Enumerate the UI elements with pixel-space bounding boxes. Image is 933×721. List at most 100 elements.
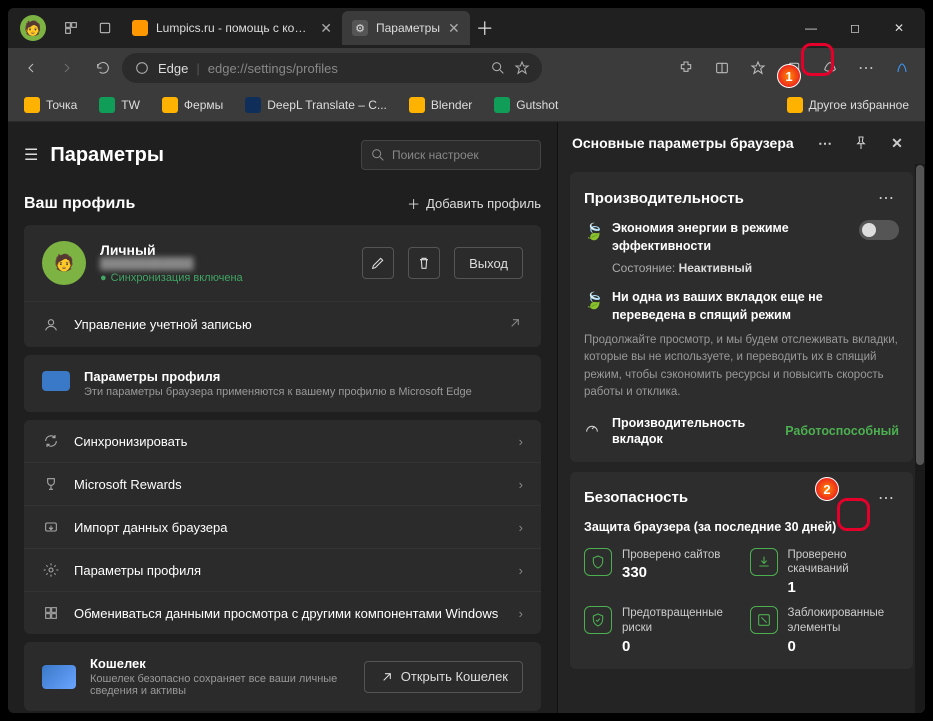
profile-params-row[interactable]: Параметры профиля › <box>24 549 541 592</box>
scrollbar[interactable] <box>915 164 925 713</box>
security-subtitle: Защита браузера (за последние 30 дней) <box>584 520 899 534</box>
chevron-right-icon: › <box>519 563 523 578</box>
import-row[interactable]: Импорт данных браузера › <box>24 506 541 549</box>
manage-account-row[interactable]: Управление учетной записью <box>24 301 541 347</box>
stat-sites: Проверено сайтов330 <box>584 548 734 597</box>
stat-downloads: Проверено скачиваний1 <box>750 548 900 597</box>
security-more-icon[interactable]: ⋯ <box>874 486 899 510</box>
open-wallet-button[interactable]: Открыть Кошелек <box>364 661 523 693</box>
bookmarks-bar: Точка TW Фермы DeepL Translate – C... Bl… <box>8 88 925 122</box>
card-title: Безопасность <box>584 489 688 506</box>
trophy-icon <box>42 476 60 492</box>
sync-icon <box>42 433 60 449</box>
more-icon[interactable]: ⋯ <box>849 52 883 84</box>
maximize-button[interactable]: ◻ <box>833 8 877 48</box>
wallet-icon <box>42 665 76 689</box>
favicon-icon <box>132 20 148 36</box>
pin-icon[interactable] <box>847 129 875 157</box>
performance-card: Производительность ⋯ 🍃 Экономия энергии … <box>570 172 913 462</box>
section-heading: Ваш профиль <box>24 195 135 213</box>
chevron-right-icon: › <box>519 520 523 535</box>
copilot-icon[interactable] <box>885 52 919 84</box>
tab-actions-icon[interactable] <box>88 11 122 45</box>
shield-check-icon <box>584 606 612 634</box>
card-more-icon[interactable]: ⋯ <box>874 186 899 210</box>
edge-logo-icon <box>134 60 150 76</box>
folder-icon <box>162 97 178 113</box>
new-tab-button[interactable]: ＋ <box>470 15 500 41</box>
chevron-right-icon: › <box>519 606 523 621</box>
tab-title: Параметры <box>376 21 440 35</box>
profile-avatar-icon[interactable]: 🧑 <box>20 15 46 41</box>
avatar: 🧑 <box>42 241 86 285</box>
chevron-right-icon: › <box>519 477 523 492</box>
menu-icon[interactable]: ☰ <box>24 145 38 165</box>
bookmark-fermy[interactable]: Фермы <box>154 93 231 117</box>
favorites-icon[interactable] <box>741 52 775 84</box>
bookmark-tw[interactable]: TW <box>91 93 148 117</box>
person-icon <box>42 317 60 333</box>
panel-more-icon[interactable]: ⋯ <box>811 129 839 157</box>
profile-name: Личный <box>100 242 348 258</box>
share-row[interactable]: Обмениваться данными просмотра с другими… <box>24 592 541 634</box>
import-icon <box>42 519 60 535</box>
rewards-row[interactable]: Microsoft Rewards › <box>24 463 541 506</box>
close-window-button[interactable]: ✕ <box>877 8 921 48</box>
addr-path: edge://settings/profiles <box>208 61 338 76</box>
stat-blocked: Заблокированные элементы0 <box>750 606 900 655</box>
annotation-badge-2: 2 <box>815 477 839 501</box>
folder-icon <box>24 97 40 113</box>
bookmark-gutshot[interactable]: Gutshot <box>486 93 566 117</box>
bookmark-blender[interactable]: Blender <box>401 93 480 117</box>
refresh-button[interactable] <box>86 52 120 84</box>
profile-params-info: Параметры профиля Эти параметры браузера… <box>24 355 541 412</box>
search-icon <box>370 147 386 163</box>
address-bar[interactable]: Edge | edge://settings/profiles <box>122 53 542 83</box>
sheet-icon <box>99 97 115 113</box>
profile-card: 🧑 Личный ████████████ ●Синхронизация вкл… <box>24 225 541 301</box>
external-icon <box>507 315 523 334</box>
annotation-badge-1: 1 <box>777 64 801 88</box>
star-icon[interactable] <box>514 60 530 76</box>
back-button[interactable] <box>14 52 48 84</box>
energy-toggle[interactable] <box>859 220 899 240</box>
split-icon[interactable] <box>705 52 739 84</box>
minimize-button[interactable]: ― <box>789 8 833 48</box>
tab-title: Lumpics.ru - помощь с компьюте <box>156 21 312 35</box>
leaf-icon: 🍃 <box>584 222 602 242</box>
forward-button <box>50 52 84 84</box>
sync-row[interactable]: Синхронизировать › <box>24 420 541 463</box>
tab-lumpics[interactable]: Lumpics.ru - помощь с компьюте ✕ <box>122 11 342 45</box>
delete-button[interactable] <box>408 247 440 279</box>
wallet-card: Кошелек Кошелек безопасно сохраняет все … <box>24 642 541 711</box>
energy-status: Состояние: Неактивный <box>612 261 899 275</box>
gear-icon <box>42 562 60 578</box>
search-icon[interactable] <box>490 60 506 76</box>
logout-button[interactable]: Выход <box>454 247 523 279</box>
close-icon[interactable]: ✕ <box>320 20 332 37</box>
other-bookmarks[interactable]: Другое избранное <box>779 93 917 117</box>
page-title: Параметры <box>50 144 164 167</box>
profile-email: ████████████ <box>100 258 348 270</box>
add-profile-button[interactable]: ＋Добавить профиль <box>407 194 541 213</box>
performance-icon[interactable] <box>813 52 847 84</box>
addr-scheme: Edge <box>158 61 188 76</box>
gauge-icon <box>584 421 602 442</box>
close-icon[interactable]: ✕ <box>448 20 460 37</box>
card-title: Производительность <box>584 190 744 207</box>
bookmark-deepl[interactable]: DeepL Translate – C... <box>237 93 395 117</box>
bookmark-tochka[interactable]: Точка <box>16 93 85 117</box>
gear-icon: ⚙ <box>352 20 368 36</box>
windows-icon <box>42 605 60 621</box>
workspaces-icon[interactable] <box>54 11 88 45</box>
close-panel-icon[interactable]: ✕ <box>883 129 911 157</box>
search-input[interactable]: Поиск настроек <box>361 140 541 170</box>
chevron-right-icon: › <box>519 434 523 449</box>
leaf-icon: 🍃 <box>584 291 602 311</box>
sync-status: ●Синхронизация включена <box>100 272 348 284</box>
extensions-icon[interactable] <box>669 52 703 84</box>
tab-settings[interactable]: ⚙ Параметры ✕ <box>342 11 470 45</box>
sheet-icon <box>494 97 510 113</box>
panel-title: Основные параметры браузера <box>572 135 794 151</box>
edit-button[interactable] <box>362 247 394 279</box>
